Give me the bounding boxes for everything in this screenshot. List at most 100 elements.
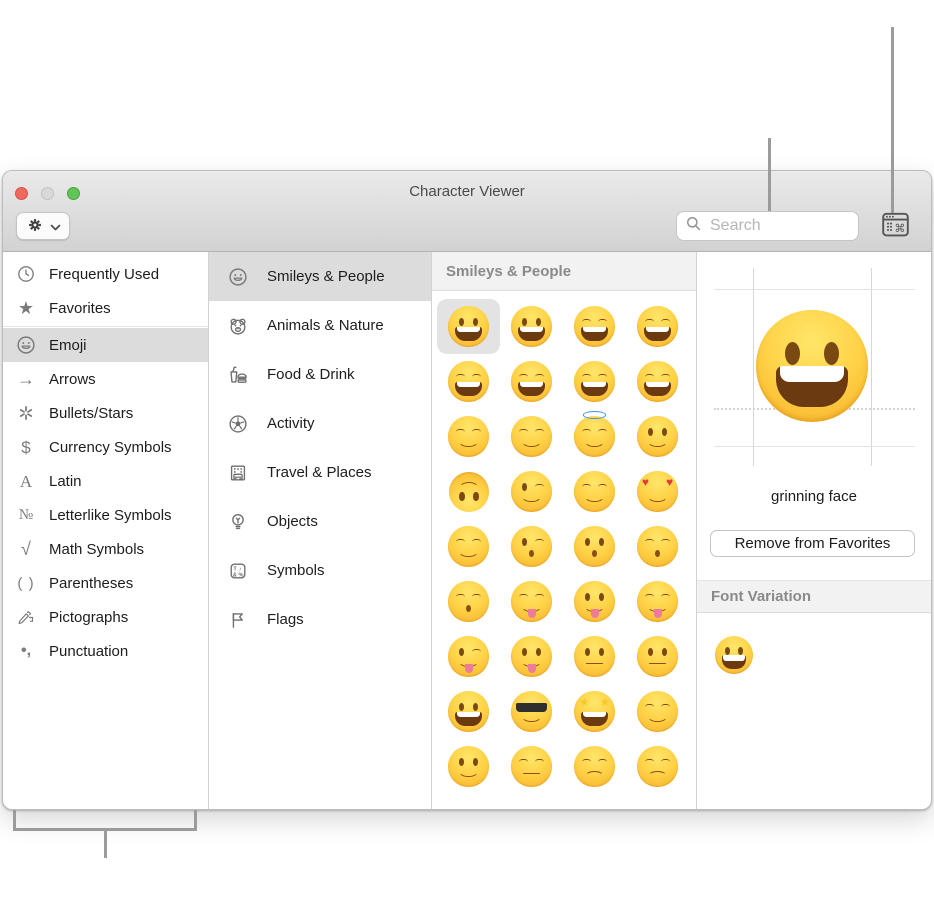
sidebar-item-label: Emoji <box>49 337 87 354</box>
emoji-face <box>574 636 616 678</box>
sidebar-item-punctuation[interactable]: •,Punctuation <box>3 634 208 668</box>
emoji-face <box>574 526 616 568</box>
emoji-cell[interactable] <box>563 519 626 574</box>
emoji-face <box>637 581 679 623</box>
emoji-cell[interactable]: ★★ <box>563 684 626 739</box>
emoji-face <box>448 526 490 568</box>
emoji-face: ★★ <box>574 691 616 733</box>
category-item-symbols[interactable]: T♪&%Symbols <box>209 546 431 595</box>
emoji-cell[interactable] <box>437 739 500 794</box>
symbols-box-icon: T♪&% <box>209 560 267 582</box>
emoji-face <box>448 636 490 678</box>
category-item-flags[interactable]: Flags <box>209 595 431 644</box>
emoji-cell[interactable] <box>563 409 626 464</box>
emoji-cell[interactable] <box>500 519 563 574</box>
emoji-cell[interactable] <box>563 574 626 629</box>
sidebar-item-letterlike-symbols[interactable]: №Letterlike Symbols <box>3 498 208 532</box>
search-field[interactable] <box>676 211 859 241</box>
svg-text:&: & <box>233 572 237 578</box>
emoji-face <box>574 306 616 348</box>
sidebar-item-favorites[interactable]: ★Favorites <box>3 291 208 325</box>
category-item-activity[interactable]: Activity <box>209 399 431 448</box>
travel-icon <box>209 462 267 484</box>
callout-line-search <box>768 138 771 211</box>
emoji-cell[interactable] <box>626 574 689 629</box>
emoji-grid: ♥♥ ★★ <box>432 291 696 794</box>
emoji-cell[interactable] <box>437 409 500 464</box>
emoji-cell[interactable] <box>500 354 563 409</box>
emoji-face <box>637 636 679 678</box>
emoji-cell[interactable] <box>437 354 500 409</box>
asterisk-icon <box>3 403 49 423</box>
emoji-cell[interactable] <box>500 739 563 794</box>
search-input[interactable] <box>708 216 850 236</box>
emoji-face <box>511 471 553 513</box>
emoji-face <box>511 636 553 678</box>
emoji-cell[interactable] <box>500 629 563 684</box>
sidebar-item-arrows[interactable]: →Arrows <box>3 362 208 396</box>
emoji-cell[interactable] <box>437 684 500 739</box>
titlebar[interactable]: Character Viewer ⌘ <box>3 171 931 252</box>
category-item-animals-nature[interactable]: Animals & Nature <box>209 301 431 350</box>
emoji-cell[interactable] <box>437 629 500 684</box>
emoji-cell[interactable]: ♥♥ <box>626 464 689 519</box>
preview-panel: grinning face Remove from Favorites Font… <box>697 252 931 809</box>
sidebar-separator <box>3 326 208 327</box>
category-item-smileys-people[interactable]: Smileys & People <box>209 252 431 301</box>
category-item-travel-places[interactable]: Travel & Places <box>209 448 431 497</box>
emoji-cell[interactable] <box>626 299 689 354</box>
emoji-cell[interactable] <box>500 574 563 629</box>
remove-from-favorites-button[interactable]: Remove from Favorites <box>710 530 915 557</box>
emoji-face <box>448 361 490 403</box>
emoji-face <box>511 416 553 458</box>
sidebar-item-currency-symbols[interactable]: $Currency Symbols <box>3 430 208 464</box>
sidebar-item-math-symbols[interactable]: √Math Symbols <box>3 532 208 566</box>
emoji-cell[interactable] <box>563 464 626 519</box>
emoji-cell[interactable] <box>563 299 626 354</box>
emoji-face <box>714 635 754 675</box>
sidebar-item-emoji[interactable]: Emoji <box>3 328 208 362</box>
emoji-cell[interactable] <box>626 629 689 684</box>
gear-menu-button[interactable] <box>16 212 70 240</box>
svg-text:♪: ♪ <box>239 566 242 572</box>
emoji-face <box>448 471 490 513</box>
emoji-cell[interactable] <box>437 299 500 354</box>
flag-icon <box>209 609 267 631</box>
emoji-cell[interactable] <box>563 629 626 684</box>
emoji-cell[interactable] <box>626 409 689 464</box>
emoji-cell[interactable] <box>563 354 626 409</box>
emoji-cell[interactable] <box>626 519 689 574</box>
category-item-objects[interactable]: Objects <box>209 497 431 546</box>
emoji-cell[interactable] <box>437 464 500 519</box>
callout-line-panel-toggle <box>891 27 894 213</box>
emoji-face <box>511 691 553 733</box>
sidebar-item-pictographs[interactable]: Pictographs <box>3 600 208 634</box>
sidebar-item-label: Parentheses <box>49 575 133 592</box>
emoji-cell[interactable] <box>437 519 500 574</box>
soccer-icon <box>209 413 267 435</box>
sidebar-item-label: Latin <box>49 473 82 490</box>
emoji-cell[interactable] <box>563 739 626 794</box>
star-icon: ★ <box>3 299 49 317</box>
emoji-cell[interactable] <box>500 409 563 464</box>
sidebar-item-bullets-stars[interactable]: Bullets/Stars <box>3 396 208 430</box>
category-item-food-drink[interactable]: Food & Drink <box>209 350 431 399</box>
panel-toggle-button[interactable]: ⌘ <box>879 211 911 240</box>
category-item-label: Animals & Nature <box>267 317 384 334</box>
glyph-guide-top <box>714 289 915 290</box>
emoji-cell[interactable] <box>626 739 689 794</box>
emoji-cell[interactable] <box>437 574 500 629</box>
emoji-cell[interactable] <box>500 684 563 739</box>
emoji-cell[interactable] <box>626 684 689 739</box>
emoji-cell[interactable] <box>500 299 563 354</box>
emoji-face <box>448 691 490 733</box>
sidebar-item-latin[interactable]: ALatin <box>3 464 208 498</box>
grid-section-header: Smileys & People <box>432 252 696 291</box>
font-variation-emoji[interactable] <box>714 635 754 675</box>
sidebar-item-parentheses[interactable]: ( )Parentheses <box>3 566 208 600</box>
emoji-face <box>637 691 679 733</box>
sidebar-item-frequently-used[interactable]: Frequently Used <box>3 257 208 291</box>
emoji-cell[interactable] <box>500 464 563 519</box>
emoji-cell[interactable] <box>626 354 689 409</box>
sidebar: Frequently Used★Favorites Emoji →ArrowsBul… <box>3 252 209 809</box>
